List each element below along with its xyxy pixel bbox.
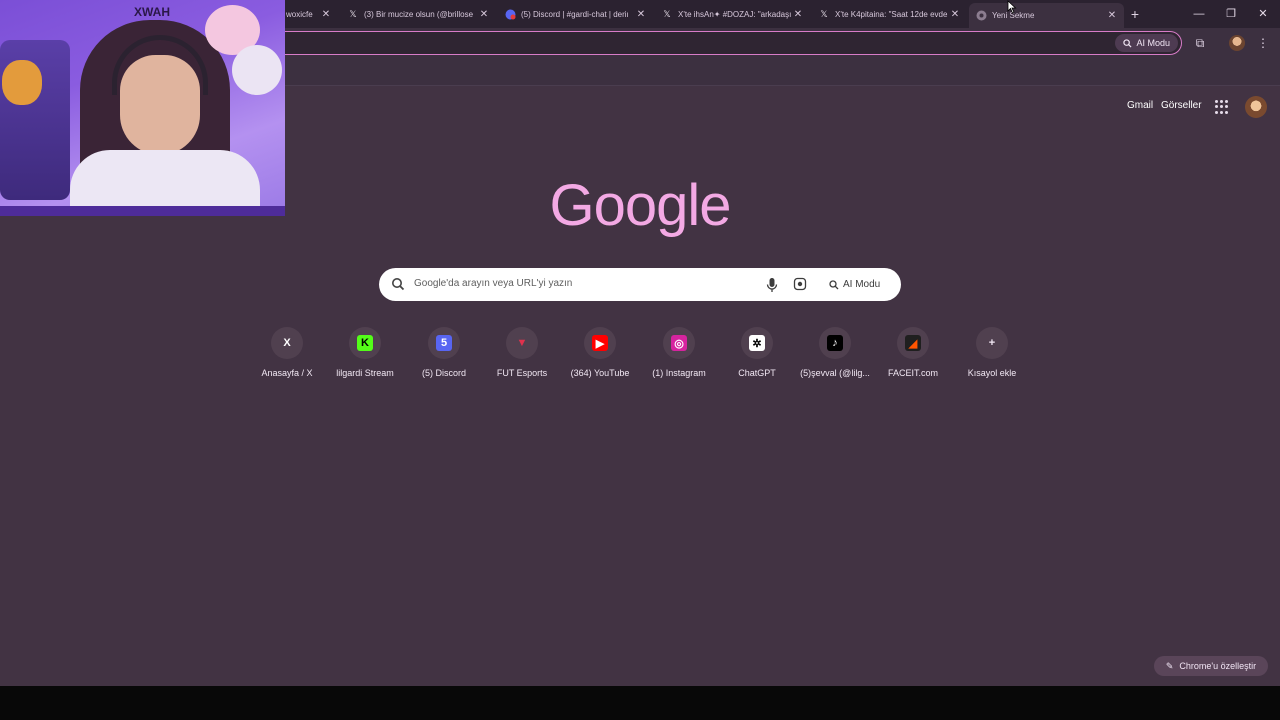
ai-mode-button[interactable]: AI Modu <box>1115 34 1178 52</box>
gmail-link[interactable]: Gmail <box>1127 100 1153 111</box>
tab-1[interactable]: woxicfe ✕ <box>280 3 338 25</box>
shortcut-icon-circle: 5 <box>428 327 460 359</box>
close-icon[interactable]: ✕ <box>635 9 647 20</box>
plush-toy <box>232 45 282 95</box>
search-icon <box>392 278 405 291</box>
shortcut-label: FACEIT.com <box>887 368 938 378</box>
shortcut-tile[interactable]: X Anasayfa / X <box>248 325 326 387</box>
taskbar-strip <box>0 686 1280 720</box>
address-bar[interactable]: AI Modu <box>270 31 1182 55</box>
x-logo-icon: 𝕏 <box>820 8 828 19</box>
customize-label: Chrome'u özelleştir <box>1179 661 1257 671</box>
shortcut-tile[interactable]: + Kısayol ekle <box>953 325 1031 387</box>
tab-title: (5) Discord | #gardi-chat | deriı <box>521 9 629 19</box>
shortcut-tile[interactable]: ◢ FACEIT.com <box>874 325 952 387</box>
shortcut-icon-circle: + <box>976 327 1008 359</box>
shortcut-label: (364) YouTube <box>570 368 630 378</box>
profile-avatar[interactable] <box>1229 35 1245 51</box>
new-tab-button[interactable]: + <box>1126 5 1144 23</box>
chair-brand-text: XWAH <box>134 5 170 19</box>
minimize-button[interactable]: — <box>1184 4 1214 24</box>
extensions-icon[interactable]: ⧉ <box>1191 34 1209 52</box>
instagram-icon: ◎ <box>671 335 687 351</box>
search-placeholder: Google'da arayın veya URL'yi yazın <box>414 278 573 289</box>
search-box[interactable]: Google'da arayın veya URL'yi yazın AI Mo… <box>379 268 901 301</box>
fut-esports-icon: ▼ <box>514 335 530 351</box>
tab-title: woxicfe <box>286 9 313 19</box>
tab-2[interactable]: 𝕏 (3) Bir mucize olsun (@brillose ✕ <box>341 3 496 25</box>
tab-title: X'te K4pitaina: "Saat 12de evde <box>835 9 948 19</box>
shortcut-icon-circle: ♪ <box>819 327 851 359</box>
shortcut-label: FUT Esports <box>496 368 548 378</box>
streamer-shirt <box>70 150 260 210</box>
tab-4[interactable]: 𝕏 X'te ihsAn✦ #DOZAJ: "arkadaşı ✕ <box>655 3 810 25</box>
tab-new-tab[interactable]: Yeni Sekme ✕ <box>969 3 1124 28</box>
shortcut-tile[interactable]: 5 (5) Discord <box>405 325 483 387</box>
microphone-icon[interactable] <box>765 277 779 293</box>
chrome-icon <box>975 10 987 22</box>
tiktok-icon: ♪ <box>827 335 843 351</box>
shortcut-label: ChatGPT <box>738 368 776 378</box>
close-icon[interactable]: ✕ <box>320 9 332 20</box>
close-icon[interactable]: ✕ <box>1106 10 1118 21</box>
mouse-cursor-icon <box>1007 0 1017 14</box>
shortcut-label: Kısayol ekle <box>967 368 1017 378</box>
shortcut-label: (5)şevval (@lilg... <box>800 368 870 378</box>
shortcut-icon-circle: ◎ <box>663 327 695 359</box>
close-icon[interactable]: ✕ <box>478 9 490 20</box>
ai-search-icon <box>1123 38 1132 48</box>
shortcut-tile[interactable]: ◎ (1) Instagram <box>640 325 718 387</box>
plush-toy <box>2 60 42 105</box>
x-logo-icon: 𝕏 <box>349 8 357 19</box>
webcam-overlay: XWAH <box>0 0 285 216</box>
x-logo-icon: 𝕏 <box>663 8 671 19</box>
search-ai-mode-label: AI Modu <box>843 279 881 290</box>
tab-3[interactable]: (5) Discord | #gardi-chat | deriı ✕ <box>498 3 653 25</box>
tab-title: X'te ihsAn✦ #DOZAJ: "arkadaşı <box>678 9 792 19</box>
shortcut-label: (1) Instagram <box>652 368 706 378</box>
search-ai-mode-button[interactable]: AI Modu <box>821 274 888 295</box>
chatgpt-icon: ✲ <box>749 335 765 351</box>
shortcut-icon-circle: ▶ <box>584 327 616 359</box>
shortcut-label: lilgardi Stream <box>336 368 394 378</box>
google-lens-icon[interactable] <box>793 277 807 291</box>
apps-grid-icon[interactable] <box>1215 100 1229 114</box>
account-avatar[interactable] <box>1245 96 1267 118</box>
shortcut-tile[interactable]: ✲ ChatGPT <box>718 325 796 387</box>
shortcut-label: Anasayfa / X <box>261 368 313 378</box>
faceit-icon: ◢ <box>905 335 921 351</box>
webcam-frame-strip <box>0 206 285 216</box>
shortcut-icon-circle: ▼ <box>506 327 538 359</box>
restore-button[interactable]: ❐ <box>1216 4 1246 24</box>
close-icon[interactable]: ✕ <box>792 9 804 20</box>
shortcut-tile[interactable]: Klilgardi Stream <box>326 325 404 387</box>
shortcut-icon-circle: X <box>271 327 303 359</box>
ai-mode-label: AI Modu <box>1136 38 1170 48</box>
customize-chrome-button[interactable]: ✎ Chrome'u özelleştir <box>1154 656 1268 676</box>
tab-title: (3) Bir mucize olsun (@brillose <box>364 9 474 19</box>
google-logo: Google <box>549 173 731 238</box>
plus-icon: + <box>984 335 1000 351</box>
tab-5[interactable]: 𝕏 X'te K4pitaina: "Saat 12de evde ✕ <box>812 3 967 25</box>
pencil-icon: ✎ <box>1165 661 1174 671</box>
shortcut-icon-circle: ◢ <box>897 327 929 359</box>
shortcut-tile[interactable]: ▶ (364) YouTube <box>561 325 639 387</box>
images-link[interactable]: Görseller <box>1161 100 1202 111</box>
close-window-button[interactable]: ✕ <box>1248 4 1278 24</box>
menu-icon[interactable]: ⋮ <box>1254 34 1272 52</box>
kick-icon: K <box>357 335 373 351</box>
shortcut-tile[interactable]: ▼ FUT Esports <box>483 325 561 387</box>
shortcut-icon-circle: K <box>349 327 381 359</box>
shortcut-icon-circle: ✲ <box>741 327 773 359</box>
discord-icon: 5 <box>436 335 452 351</box>
close-icon[interactable]: ✕ <box>949 9 961 20</box>
shortcut-label: (5) Discord <box>421 368 466 378</box>
discord-icon <box>504 8 516 20</box>
ai-search-icon <box>829 279 839 289</box>
x-logo-icon: X <box>279 335 295 351</box>
shortcut-tile[interactable]: ♪ (5)şevval (@lilg... <box>796 325 874 387</box>
youtube-icon: ▶ <box>592 335 608 351</box>
